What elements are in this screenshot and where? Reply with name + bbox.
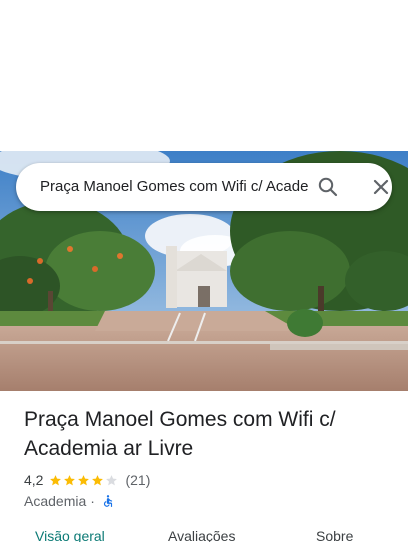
tab-bar: Visão geral Avaliações Sobre	[0, 528, 408, 542]
star-rating	[49, 474, 119, 487]
place-category: Academia	[24, 493, 87, 509]
rating-row[interactable]: 4,2 (21)	[24, 470, 150, 490]
star-icon	[106, 474, 118, 485]
wheelchair-icon	[101, 494, 115, 508]
search-icon[interactable]	[316, 175, 340, 199]
close-icon[interactable]	[369, 175, 393, 199]
category-row: Academia ·	[24, 491, 115, 511]
search-bar[interactable]	[16, 163, 392, 211]
tab-reviews[interactable]: Avaliações	[168, 528, 235, 542]
tab-overview[interactable]: Visão geral	[35, 528, 105, 542]
star-icon	[78, 474, 90, 485]
star-icon	[92, 474, 104, 485]
top-blank-area	[0, 0, 408, 151]
star-icon	[64, 474, 76, 485]
rating-value: 4,2	[24, 472, 44, 488]
star-icon	[50, 474, 62, 485]
place-title: Praça Manoel Gomes com Wifi c/ Academia …	[24, 408, 336, 460]
tab-about[interactable]: Sobre	[316, 528, 353, 542]
search-input[interactable]	[40, 163, 308, 211]
review-count[interactable]: (21)	[125, 472, 150, 488]
separator-dot: ·	[90, 493, 95, 509]
